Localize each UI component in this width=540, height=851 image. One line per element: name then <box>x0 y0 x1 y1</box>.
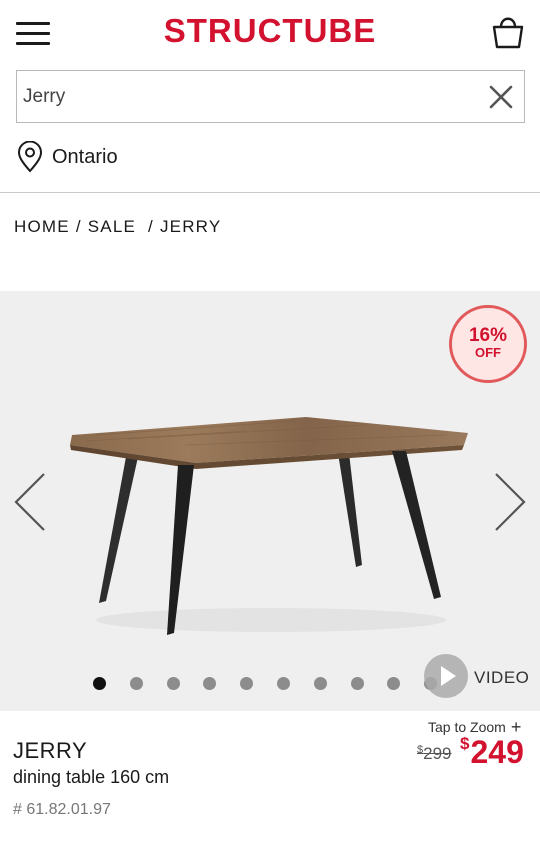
original-price-value: 299 <box>423 744 452 763</box>
pagination-dot[interactable] <box>277 677 290 690</box>
zoom-label: Tap to Zoom <box>428 719 506 735</box>
original-price: $299 <box>417 744 452 764</box>
breadcrumb-current: JERRY <box>159 217 222 236</box>
play-icon <box>441 666 456 686</box>
close-icon[interactable] <box>488 84 514 110</box>
pagination-dot[interactable] <box>130 677 143 690</box>
product-description: dining table 160 cm <box>13 767 170 787</box>
sale-price: $249 <box>460 734 524 771</box>
search-box <box>16 70 525 123</box>
search-input[interactable] <box>23 71 473 122</box>
video-label[interactable]: VIDEO <box>474 668 529 688</box>
chevron-right-icon[interactable] <box>492 470 528 534</box>
video-button[interactable] <box>424 654 468 698</box>
logo[interactable]: STRUCTUBE <box>0 12 540 50</box>
discount-badge: 16% OFF <box>449 305 527 383</box>
discount-percent: 16% <box>468 325 508 346</box>
header: STRUCTUBE <box>0 0 540 64</box>
product-image[interactable] <box>66 405 472 645</box>
breadcrumb-home[interactable]: HOME <box>14 217 70 236</box>
chevron-left-icon[interactable] <box>12 470 48 534</box>
product-sku: # 61.82.01.97 <box>13 801 111 818</box>
breadcrumb: HOME / SALE / JERRY <box>14 217 221 237</box>
sale-price-value: 249 <box>470 734 524 770</box>
pagination-dot[interactable] <box>167 677 180 690</box>
breadcrumb-separator: / <box>148 217 154 236</box>
location-label: Ontario <box>52 145 118 168</box>
cart-icon[interactable] <box>490 14 526 50</box>
pagination-dot[interactable] <box>93 677 106 690</box>
breadcrumb-separator: / <box>75 217 82 236</box>
location-pin-icon <box>17 141 43 173</box>
pagination-dot[interactable] <box>203 677 216 690</box>
divider <box>0 192 540 193</box>
pagination-dot[interactable] <box>314 677 327 690</box>
pagination-dot[interactable] <box>387 677 400 690</box>
pagination-dot[interactable] <box>240 677 253 690</box>
product-title: JERRY <box>13 738 88 763</box>
sale-price-currency: $ <box>460 734 470 753</box>
breadcrumb-sale[interactable]: SALE <box>88 217 136 236</box>
pagination-dot[interactable] <box>351 677 364 690</box>
discount-off-label: OFF <box>475 345 501 360</box>
store-location[interactable]: Ontario <box>16 140 118 174</box>
